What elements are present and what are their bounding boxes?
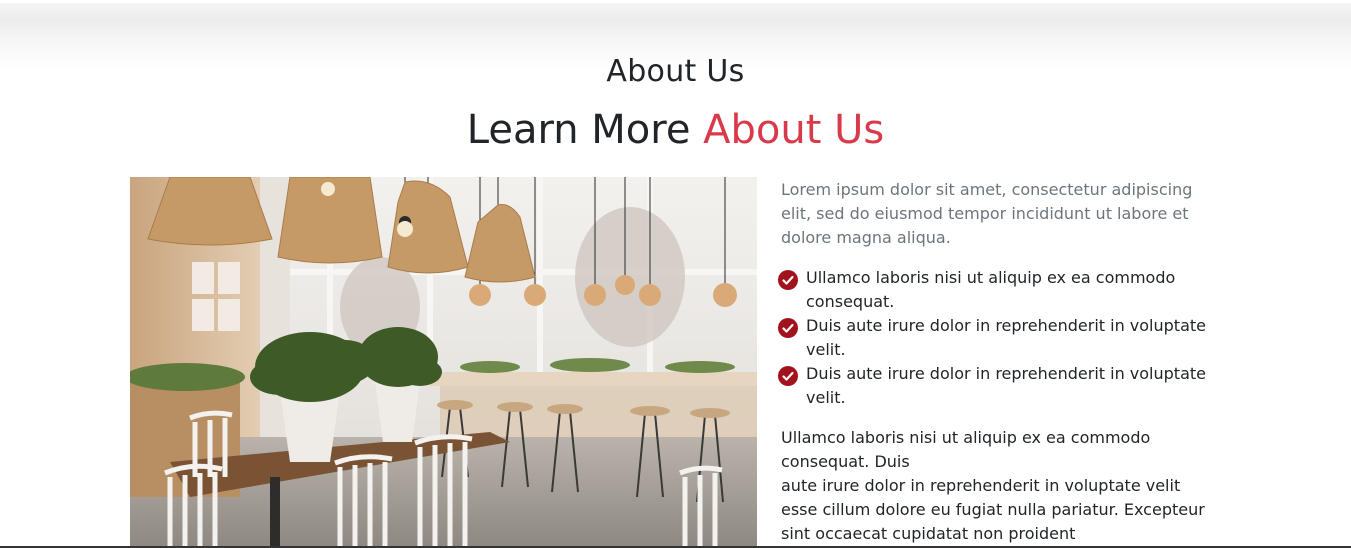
subtitle-accent: About Us: [703, 107, 885, 153]
check-circle-icon: [778, 270, 798, 290]
body-paragraph: Ullamco laboris nisi ut aliquip ex ea co…: [781, 426, 1221, 546]
list-item-text: Ullamco laboris nisi ut aliquip ex ea co…: [806, 268, 1176, 311]
about-image: [130, 177, 757, 548]
body-line-1: Ullamco laboris nisi ut aliquip ex ea co…: [781, 428, 1151, 471]
list-item: Ullamco laboris nisi ut aliquip ex ea co…: [778, 266, 1218, 314]
feature-list: Ullamco laboris nisi ut aliquip ex ea co…: [778, 266, 1218, 410]
intro-text: Lorem ipsum dolor sit amet, consectetur …: [781, 180, 1193, 247]
header-edge: [0, 0, 1351, 3]
subtitle-prefix: Learn More: [466, 107, 691, 153]
check-circle-icon: [778, 366, 798, 386]
cafe-interior-photo: [130, 177, 757, 548]
check-circle-icon: [778, 318, 798, 338]
list-item-text: Duis aute irure dolor in reprehenderit i…: [806, 364, 1206, 407]
body-line-2: aute irure dolor in reprehenderit in vol…: [781, 476, 1205, 543]
section-subtitle: Learn More About Us: [0, 107, 1351, 153]
list-item: Duis aute irure dolor in reprehenderit i…: [778, 362, 1218, 410]
list-item: Duis aute irure dolor in reprehenderit i…: [778, 314, 1218, 362]
list-item-text: Duis aute irure dolor in reprehenderit i…: [806, 316, 1206, 359]
section-title: About Us: [606, 54, 745, 89]
